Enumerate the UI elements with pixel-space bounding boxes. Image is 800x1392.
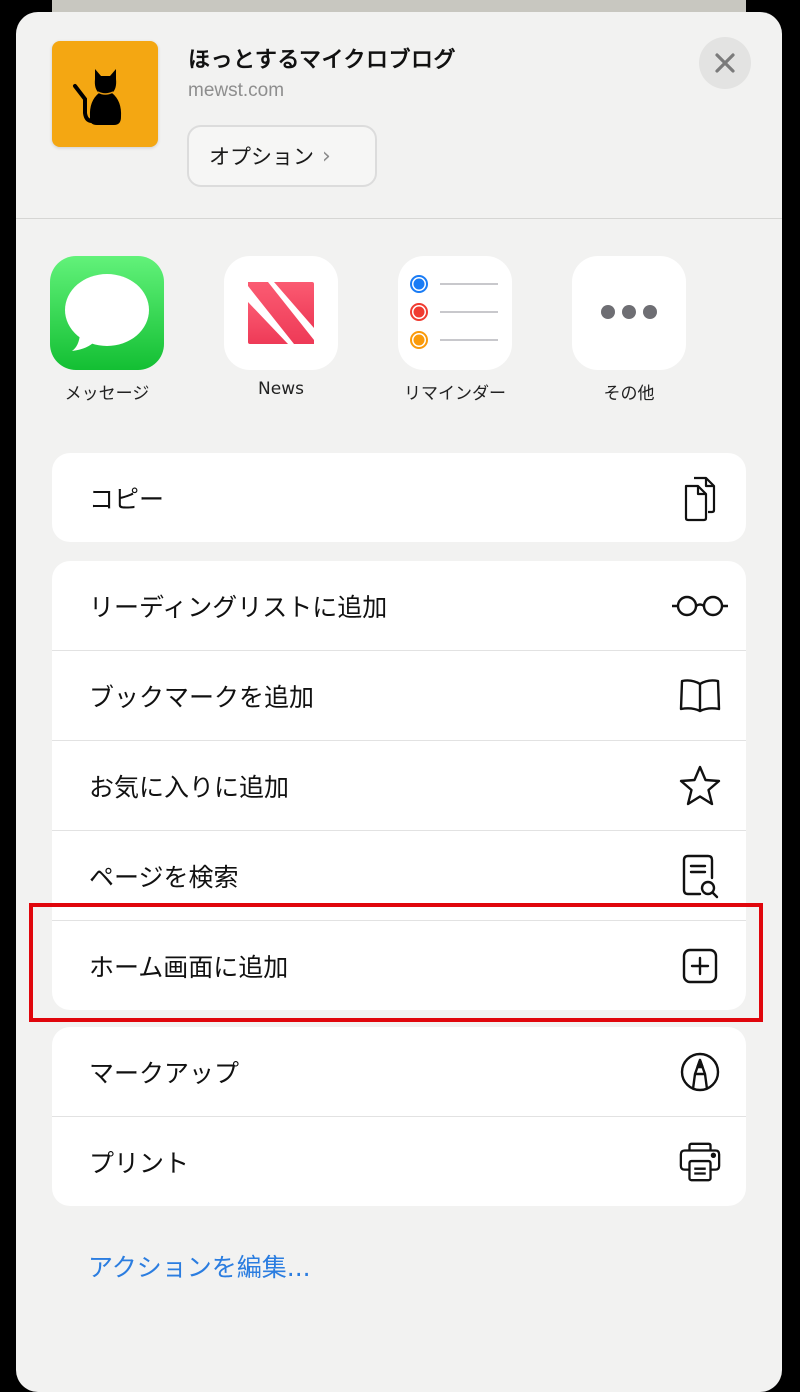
action-print[interactable]: プリント xyxy=(52,1117,746,1206)
share-sheet-header: ほっとするマイクロブログ mewst.com オプション › xyxy=(16,12,782,219)
star-icon xyxy=(678,764,722,808)
cat-icon xyxy=(73,69,122,125)
site-icon xyxy=(52,41,158,147)
action-group-copy: コピー xyxy=(52,453,746,542)
share-app-label: メッセージ xyxy=(64,384,150,404)
close-icon xyxy=(715,53,735,73)
find-in-page-icon xyxy=(678,854,722,898)
action-label: コピー xyxy=(89,484,165,514)
markup-icon xyxy=(678,1050,722,1094)
action-add-bookmark[interactable]: ブックマークを追加 xyxy=(52,651,746,741)
book-icon xyxy=(678,674,722,718)
share-app-reminders[interactable]: リマインダー xyxy=(385,256,525,404)
action-add-reading-list[interactable]: リーディングリストに追加 xyxy=(52,561,746,651)
news-icon xyxy=(224,256,338,370)
site-title: ほっとするマイクロブログ xyxy=(188,48,457,73)
copy-icon xyxy=(678,476,722,521)
edit-actions-link[interactable]: アクションを編集... xyxy=(88,1248,311,1284)
share-sheet: ほっとするマイクロブログ mewst.com オプション › メッセージ New… xyxy=(16,12,782,1392)
chevron-right-icon: › xyxy=(322,143,331,169)
site-domain: mewst.com xyxy=(188,80,285,101)
options-label: オプション xyxy=(209,145,314,169)
share-app-news[interactable]: News xyxy=(211,256,351,399)
share-app-more[interactable]: その他 xyxy=(559,256,699,404)
action-group-tools: マークアップ プリント xyxy=(52,1027,746,1206)
messages-icon xyxy=(50,256,164,370)
action-label: プリント xyxy=(89,1148,190,1178)
action-label: ブックマークを追加 xyxy=(89,682,315,712)
printer-icon xyxy=(678,1140,722,1184)
options-button[interactable]: オプション › xyxy=(187,125,377,187)
action-markup[interactable]: マークアップ xyxy=(52,1027,746,1117)
glasses-icon xyxy=(670,584,730,628)
close-button[interactable] xyxy=(699,37,751,89)
share-app-messages[interactable]: メッセージ xyxy=(37,256,177,404)
share-app-label: その他 xyxy=(603,384,655,404)
action-label: リーディングリストに追加 xyxy=(89,592,388,622)
reminders-icon xyxy=(398,256,512,370)
highlight-box xyxy=(29,903,763,1022)
action-label: お気に入りに追加 xyxy=(89,772,290,802)
action-copy[interactable]: コピー xyxy=(52,453,746,542)
action-label: ページを検索 xyxy=(89,862,239,892)
action-add-favorite[interactable]: お気に入りに追加 xyxy=(52,741,746,831)
share-app-label: リマインダー xyxy=(404,384,506,404)
action-label: マークアップ xyxy=(89,1058,240,1088)
more-icon xyxy=(572,256,686,370)
share-app-label: News xyxy=(258,379,304,399)
